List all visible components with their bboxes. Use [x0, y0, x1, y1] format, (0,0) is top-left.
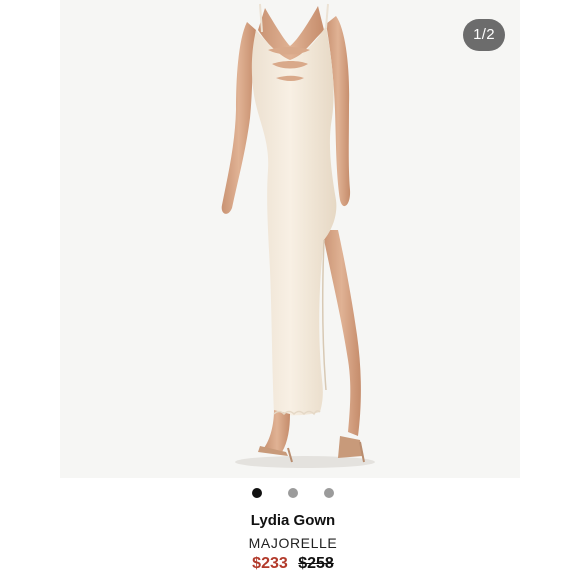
product-photo[interactable] — [60, 0, 520, 478]
price-row: $233 $258 — [0, 555, 580, 573]
carousel-dot-1[interactable] — [252, 488, 262, 498]
sale-price: $233 — [252, 555, 288, 572]
model-leg — [322, 230, 361, 436]
carousel-dot-2[interactable] — [288, 488, 298, 498]
original-price: $258 — [298, 555, 334, 572]
carousel-dot-3[interactable] — [324, 488, 334, 498]
model-left-arm — [221, 22, 256, 214]
product-brand: MAJORELLE — [248, 535, 338, 551]
image-stage[interactable] — [60, 0, 520, 478]
product-image-viewer: 1/2 Lydia Gown MAJORELLE $233 $258 — [0, 0, 580, 580]
carousel-dots — [0, 488, 580, 500]
product-name: Lydia Gown — [250, 512, 336, 529]
image-counter-badge: 1/2 — [463, 19, 505, 51]
